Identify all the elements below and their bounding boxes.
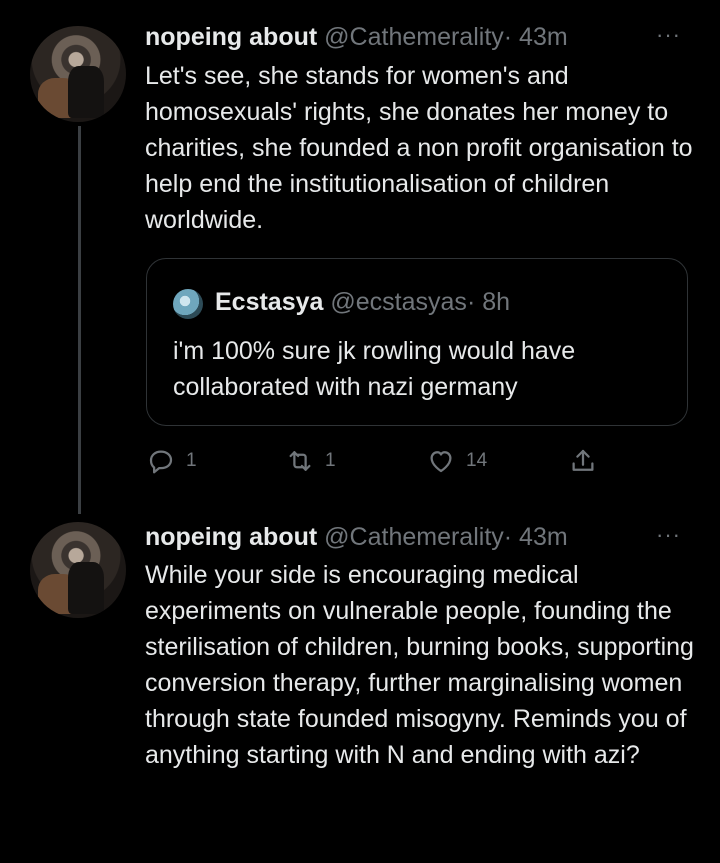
tweet-2-header: nopeing about @Cathemerality· 43m [145,520,568,554]
tweet-2-timestamp[interactable]: · 43m [504,523,568,551]
quoted-tweet-text: i'm 100% sure jk rowling would have coll… [173,337,576,401]
like-count: 14 [466,450,488,471]
reply-button[interactable]: 1 [146,445,197,477]
reply-count: 1 [186,450,197,471]
tweet-2-author-handle[interactable]: @Cathemerality [324,523,504,551]
tweet-1-author-name[interactable]: nopeing about [145,23,317,51]
like-button[interactable]: 14 [426,445,487,477]
thread-connector-line [78,126,81,514]
avatar-figure-shape [68,562,104,614]
share-button[interactable] [568,445,598,477]
quoted-tweet-timestamp[interactable]: · 8h [467,288,510,316]
tweet-1-avatar[interactable] [30,26,126,122]
avatar-figure-shape [68,66,104,118]
quoted-tweet-header: Ecstasya @ecstasyas· 8h [215,285,510,319]
quoted-tweet-avatar[interactable] [173,289,203,319]
tweet-2-avatar[interactable] [30,522,126,618]
heart-icon [430,451,452,473]
tweet-2-author-name[interactable]: nopeing about [145,523,317,551]
quoted-tweet-card[interactable]: Ecstasya @ecstasyas· 8h i'm 100% sure jk… [146,258,688,426]
tweet-1-author-handle[interactable]: @Cathemerality [324,23,504,51]
tweet-1-header: nopeing about @Cathemerality· 43m [145,20,568,54]
retweet-icon [289,451,311,471]
tweet-1-more-button[interactable]: ··· [656,22,681,48]
reply-icon [149,450,173,474]
tweet-2-text: While your side is encouraging medical e… [145,561,694,769]
tweet-1-text: Let's see, she stands for women's and ho… [145,62,693,234]
tweet-2-more-button[interactable]: ··· [656,522,681,548]
retweet-button[interactable]: 1 [285,445,336,477]
share-icon [572,449,594,471]
quoted-tweet-author-name[interactable]: Ecstasya [215,288,323,316]
retweet-count: 1 [325,450,336,471]
tweet-1-timestamp[interactable]: · 43m [504,23,568,51]
quoted-tweet-author-handle[interactable]: @ecstasyas [330,288,467,316]
